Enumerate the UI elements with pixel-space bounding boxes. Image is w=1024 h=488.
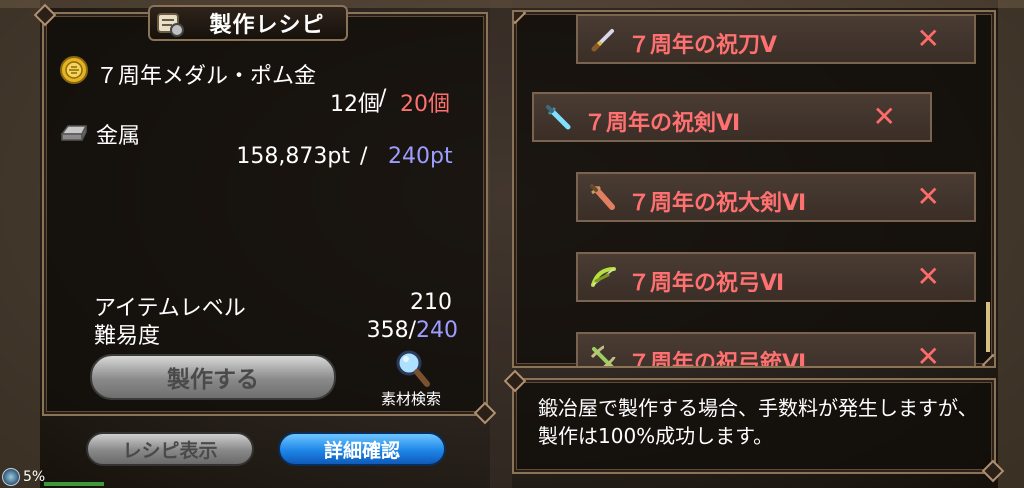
- remove-icon[interactable]: ✕: [917, 260, 940, 293]
- orb-icon: [2, 468, 20, 486]
- status-progress-bar: [44, 482, 104, 486]
- recipe-list-item[interactable]: ７周年の祝弓Ⅵ ✕: [576, 252, 976, 302]
- recipe-list-item[interactable]: ７周年の祝弓銃Ⅵ ✕: [576, 332, 976, 368]
- remove-icon[interactable]: ✕: [917, 180, 940, 213]
- recipe-list-item[interactable]: ７周年の祝刀Ⅴ ✕: [576, 14, 976, 64]
- remove-icon[interactable]: ✕: [917, 22, 940, 55]
- craft-button[interactable]: 製作する: [90, 354, 336, 400]
- recipe-item-label: ７周年の祝弓Ⅵ: [628, 271, 785, 296]
- recipe-list-item[interactable]: ７周年の祝大剣Ⅵ ✕: [576, 172, 976, 222]
- recipe-list-item[interactable]: ７周年の祝剣Ⅵ ✕: [532, 92, 932, 142]
- message-panel: 鍛冶屋で製作する場合、手数料が発生しますが、製作は100%成功します。: [512, 378, 996, 474]
- difficulty-label: 難易度: [94, 324, 161, 349]
- material-owned: 158,873pt: [236, 144, 350, 169]
- material-separator: /: [379, 86, 387, 111]
- status-percent: 5%: [23, 469, 46, 485]
- greatsword-icon: [590, 184, 615, 210]
- list-scrollbar[interactable]: [986, 302, 990, 352]
- material-name: 金属: [96, 124, 141, 149]
- material-required: 240pt: [388, 144, 453, 169]
- material-separator: /: [360, 144, 368, 169]
- magnifier-icon: [396, 350, 430, 387]
- status-indicator: 5%: [2, 466, 45, 488]
- recipe-item-label: ７周年の祝大剣Ⅵ: [628, 191, 807, 216]
- material-search-label: 素材検索: [380, 390, 441, 408]
- window-title: 製作レシピ: [209, 13, 325, 38]
- message-text: 鍛冶屋で製作する場合、手数料が発生しますが、製作は100%成功します。: [538, 396, 978, 448]
- bow-icon: [591, 267, 616, 287]
- difficulty-value: 358/: [366, 318, 416, 343]
- remove-icon[interactable]: ✕: [917, 340, 940, 366]
- detail-button[interactable]: 詳細確認: [278, 432, 446, 466]
- recipe-display-button[interactable]: レシピ表示: [86, 432, 254, 466]
- recipe-item-label: ７周年の祝刀Ⅴ: [628, 33, 778, 58]
- gold-medal-icon: [60, 56, 88, 84]
- katana-icon: [591, 29, 614, 52]
- item-level-value: 210: [410, 290, 452, 315]
- material-name: ７周年メダル・ポム金: [96, 64, 317, 89]
- material-owned: 12個: [330, 92, 380, 117]
- remove-icon[interactable]: ✕: [873, 100, 896, 133]
- material-required: 20個: [400, 92, 450, 117]
- crossbow-icon: [590, 345, 616, 366]
- recipe-item-label: ７周年の祝剣Ⅵ: [584, 111, 741, 136]
- recipe-list-panel: ７周年の祝刀Ⅴ ✕ ７周年の祝剣Ⅵ ✕ ７周年の祝大剣Ⅵ ✕ ７周年の祝弓Ⅵ ✕: [512, 10, 996, 368]
- recipe-scroll-icon: [157, 13, 184, 37]
- recipe-item-label: ７周年の祝弓銃Ⅵ: [628, 351, 807, 368]
- metal-ingot-icon: [60, 125, 88, 141]
- material-search-button[interactable]: 素材検索: [370, 346, 452, 408]
- difficulty-required: 240: [416, 318, 458, 343]
- sword-icon: [546, 105, 571, 130]
